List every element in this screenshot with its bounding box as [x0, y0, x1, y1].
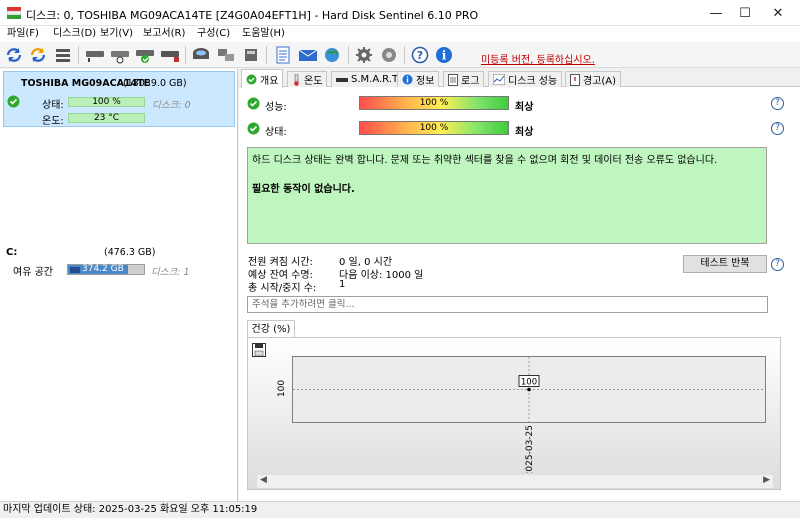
menu-help[interactable]: 도움말(H)	[242, 26, 285, 42]
tab-log[interactable]: 로그	[443, 71, 485, 87]
tab-alerts[interactable]: 경고(A)	[565, 71, 622, 87]
register-link[interactable]: 미등록 버전, 등록하십시오.	[481, 51, 595, 66]
health-ok-icon	[247, 122, 260, 135]
disk-size: (13039.0 GB)	[123, 78, 187, 89]
volume-disk-ref: 디스크: 1	[151, 267, 190, 278]
thermometer-icon	[294, 73, 299, 86]
volume-entry[interactable]: C: (476.3 GB) 여유 공간 374.2 GB 디스크: 1	[3, 243, 235, 279]
status-bar: 마지막 업데이트 상태: 2025-03-25 화요일 오후 11:05:19	[0, 501, 800, 518]
tab-performance[interactable]: 디스크 성능	[488, 71, 563, 87]
performance-help-icon[interactable]: ?	[771, 97, 784, 110]
free-space-bar: 374.2 GB	[67, 264, 145, 275]
drive-icon[interactable]	[240, 44, 262, 66]
chart-x-tick-label: 2025-03-25	[525, 425, 535, 473]
svg-text:i: i	[442, 49, 447, 63]
about-info-icon[interactable]: i	[433, 44, 455, 66]
smart-icon	[336, 77, 348, 82]
disk-ref: 디스크: 0	[152, 100, 191, 111]
scroll-left-icon[interactable]: ◀	[260, 475, 267, 485]
settings-icon[interactable]	[353, 44, 375, 66]
app-icon	[7, 7, 21, 19]
tab-overview[interactable]: 개요	[241, 69, 284, 88]
status-ok-icon	[7, 95, 20, 108]
hdd-icon[interactable]	[190, 44, 212, 66]
disk-list-pane: TOSHIBA MG09ACA14TE (13039.0 GB) 상태: 100…	[0, 69, 238, 501]
tab-temperature[interactable]: 온도	[287, 71, 328, 87]
tab-smart[interactable]: S.M.A.R.T.	[331, 71, 406, 87]
refresh-all-icon[interactable]	[27, 44, 49, 66]
chart-y-tick-label: 100	[277, 380, 287, 397]
menu-bar: 파일(F) 디스크(D) 보기(V) 보고서(R) 구성(C) 도움말(H)	[0, 26, 800, 42]
disk-entry[interactable]: TOSHIBA MG09ACA14TE (13039.0 GB) 상태: 100…	[3, 71, 235, 127]
scroll-right-icon[interactable]: ▶	[763, 475, 770, 485]
volume-size: (476.3 GB)	[104, 247, 156, 258]
performance-bar: 100 %	[359, 96, 509, 110]
disk-list-icon[interactable]	[52, 44, 74, 66]
details-pane: 개요 온도 S.M.A.R.T. 정보 로그 디스크 성능 경고(A) 성능: …	[239, 69, 800, 501]
tab-health-chart[interactable]: 건강 (%)	[247, 320, 295, 338]
disk-test-icon[interactable]	[109, 44, 131, 66]
info-help-icon[interactable]: ?	[771, 258, 784, 271]
sound-icon[interactable]	[378, 44, 400, 66]
info-icon	[402, 74, 413, 85]
health-rating: 최상	[515, 127, 534, 138]
title-bar: 디스크: 0, TOSHIBA MG09ACA14TE [Z4G0A04EFT1…	[0, 0, 800, 26]
refresh-icon[interactable]	[3, 44, 25, 66]
last-update-status: 마지막 업데이트 상태: 2025-03-25 화요일 오후 11:05:19	[3, 504, 258, 515]
performance-ok-icon	[247, 97, 260, 110]
menu-disk[interactable]: 디스크(D)	[53, 26, 96, 42]
menu-config[interactable]: 구성(C)	[197, 26, 230, 42]
free-space-value: 374.2 GB	[82, 264, 124, 274]
drive-small-icon	[70, 267, 80, 273]
alert-icon	[570, 73, 580, 86]
disk-status-bar: 100 %	[68, 97, 145, 107]
chart-scrollbar[interactable]: ◀ ▶	[257, 474, 773, 488]
disk-temp-bar: 23 °C	[68, 113, 145, 123]
tab-info[interactable]: 정보	[397, 71, 440, 87]
start-stop-value: 1	[339, 279, 346, 290]
menu-file[interactable]: 파일(F)	[7, 26, 39, 42]
menu-report[interactable]: 보고서(R)	[143, 26, 185, 42]
health-bar: 100 %	[359, 121, 509, 135]
remaining-life-value: 다음 이상: 1000 일	[339, 270, 424, 281]
start-stop-label: 총 시작/중지 수:	[248, 283, 317, 294]
free-space-label: 여유 공간	[13, 267, 53, 278]
health-chart-axes: 100 2025-03-25	[277, 380, 535, 473]
tab-strip: 개요 온도 S.M.A.R.T. 정보 로그 디스크 성능 경고(A)	[239, 69, 800, 88]
menu-view[interactable]: 보기(V)	[100, 26, 133, 42]
performance-rating: 최상	[515, 102, 534, 113]
log-icon	[448, 73, 458, 86]
network-icon[interactable]	[215, 44, 237, 66]
repeat-test-button[interactable]: 테스트 반복	[683, 255, 767, 273]
status-message-action: 필요한 동작이 없습니다.	[252, 184, 355, 195]
check-icon	[246, 74, 257, 84]
help-icon[interactable]: ?	[409, 44, 431, 66]
performance-icon	[493, 74, 505, 85]
comment-input[interactable]: 주석을 추가하려면 클릭...	[247, 296, 768, 313]
mail-icon[interactable]	[297, 44, 319, 66]
volume-drive: C:	[6, 247, 18, 258]
health-help-icon[interactable]: ?	[771, 122, 784, 135]
disk-temp-label: 온도:	[42, 116, 64, 127]
disk-ok-icon[interactable]	[134, 44, 156, 66]
svg-text:?: ?	[417, 49, 423, 62]
disk-status-label: 상태:	[42, 100, 64, 111]
disk-surface-icon[interactable]	[159, 44, 181, 66]
report-icon[interactable]	[272, 44, 294, 66]
maximize-button[interactable]: ☐	[728, 0, 762, 26]
web-icon[interactable]	[322, 44, 344, 66]
status-message-text: 하드 디스크 상태는 완벽 합니다. 문제 또는 취약한 섹터를 찾을 수 없으…	[252, 155, 718, 166]
toolbar: ? i 미등록 버전, 등록하십시오.	[0, 42, 800, 68]
performance-label: 성능:	[265, 102, 287, 113]
window-title: 디스크: 0, TOSHIBA MG09ACA14TE [Z4G0A04EFT1…	[26, 9, 479, 22]
disk-info-icon[interactable]	[84, 44, 106, 66]
status-message: 하드 디스크 상태는 완벽 합니다. 문제 또는 취약한 섹터를 찾을 수 없으…	[247, 147, 767, 244]
health-chart-panel: 100 100 2025-03-25 ◀ ▶	[247, 337, 781, 490]
close-button[interactable]: ✕	[761, 0, 795, 26]
health-label: 상태:	[265, 127, 287, 138]
